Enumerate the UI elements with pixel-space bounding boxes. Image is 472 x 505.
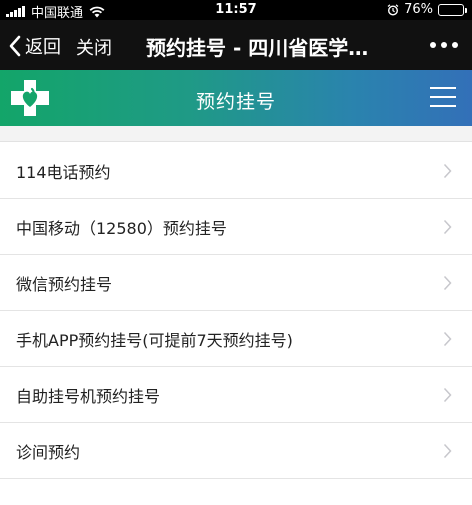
list-item-label: 手机APP预约挂号(可提前7天预约挂号) — [16, 330, 293, 350]
chevron-left-icon — [9, 35, 21, 57]
list-item-label: 自助挂号机预约挂号 — [16, 386, 161, 406]
back-label: 返回 — [25, 37, 61, 58]
battery-icon — [438, 3, 467, 16]
list-item-phone-114[interactable]: 114电话预约 — [0, 143, 472, 199]
hamburger-menu-icon[interactable] — [430, 87, 456, 107]
page-title: 预约挂号 - 四川省医学… — [146, 36, 369, 60]
list-item-label: 诊间预约 — [16, 442, 81, 462]
list-item-wechat[interactable]: 微信预约挂号 — [0, 255, 472, 311]
chevron-right-icon — [443, 275, 452, 291]
close-button[interactable]: 关闭 — [76, 34, 112, 60]
chevron-right-icon — [443, 331, 452, 347]
list-item-china-mobile[interactable]: 中国移动（12580）预约挂号 — [0, 199, 472, 255]
more-dot-icon — [452, 42, 458, 48]
back-button[interactable]: 返回 — [8, 33, 61, 59]
list-item-mobile-app[interactable]: 手机APP预约挂号(可提前7天预约挂号) — [0, 311, 472, 367]
list-item-label: 微信预约挂号 — [16, 274, 113, 294]
booking-options-list: 114电话预约 中国移动（12580）预约挂号 微信预约挂号 手机APP预约挂号… — [0, 143, 472, 479]
chevron-right-icon — [443, 443, 452, 459]
list-item-label: 114电话预约 — [16, 162, 111, 182]
status-bar: 中国联通 11:57 76% — [0, 0, 472, 21]
more-dot-icon — [441, 42, 447, 48]
status-right: 76% — [387, 2, 467, 17]
chevron-right-icon — [443, 219, 452, 235]
list-item-clinic[interactable]: 诊间预约 — [0, 423, 472, 479]
nav-bar: 返回 关闭 预约挂号 - 四川省医学… — [0, 20, 472, 70]
more-dot-icon — [430, 42, 436, 48]
chevron-right-icon — [443, 387, 452, 403]
alarm-icon — [387, 3, 399, 16]
more-button[interactable] — [430, 42, 458, 48]
list-item-kiosk[interactable]: 自助挂号机预约挂号 — [0, 367, 472, 423]
list-item-label: 中国移动（12580）预约挂号 — [16, 218, 227, 238]
section-divider — [0, 126, 472, 142]
banner-title: 预约挂号 — [195, 91, 276, 113]
header-banner: 预约挂号 — [0, 70, 472, 126]
chevron-right-icon — [443, 163, 452, 179]
battery-percent: 76% — [404, 2, 433, 17]
